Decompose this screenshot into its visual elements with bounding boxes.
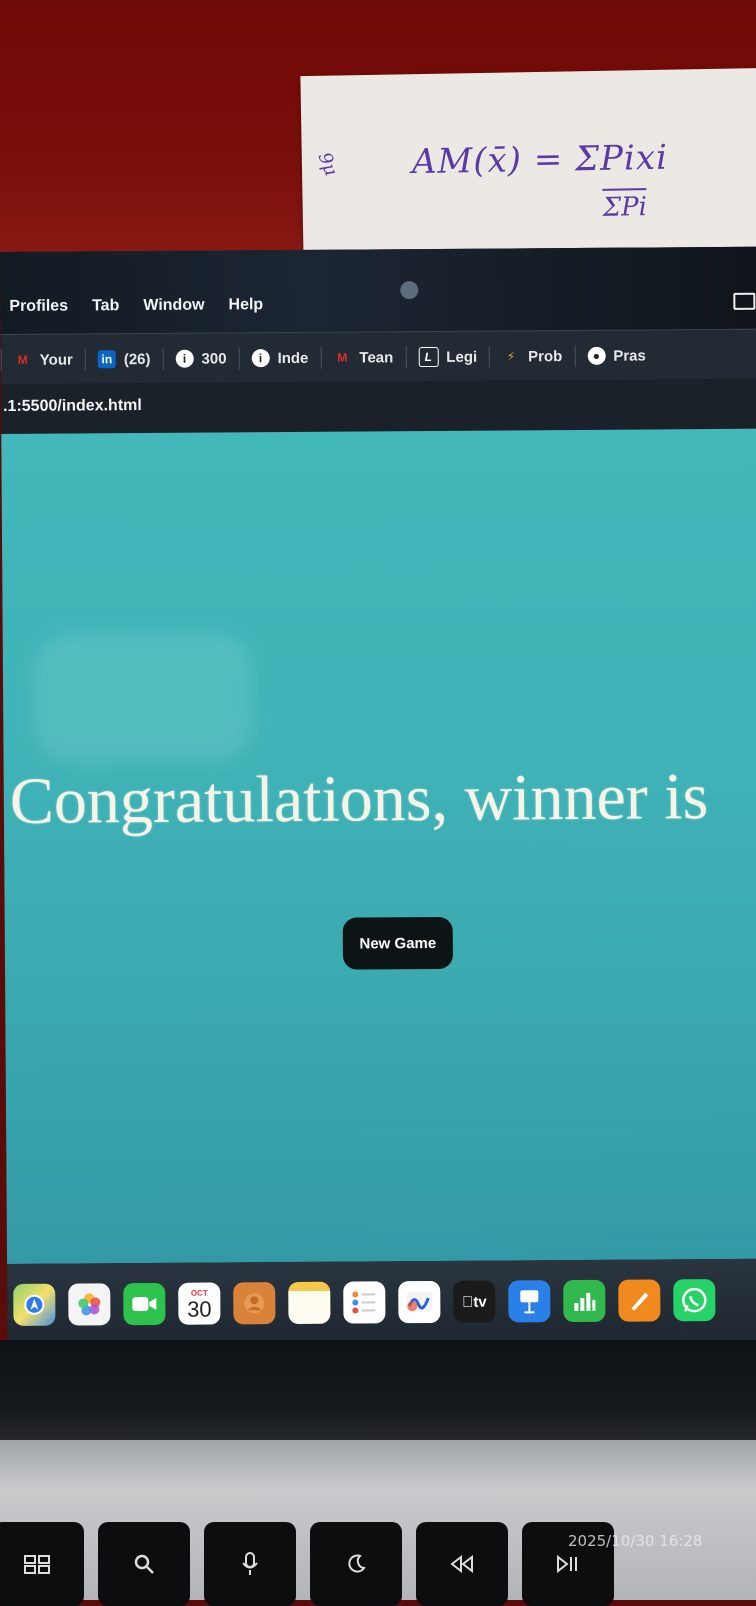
- mission-control-key-icon[interactable]: [0, 1522, 84, 1606]
- address-bar[interactable]: .1:5500/index.html: [0, 378, 756, 435]
- calendar-icon[interactable]: OCT 30: [178, 1282, 221, 1325]
- menu-tab[interactable]: Tab: [92, 297, 119, 315]
- laptop-bezel: [0, 1340, 756, 1450]
- note-denominator: ΣPi: [602, 188, 648, 223]
- url-text[interactable]: .1:5500/index.html: [3, 397, 142, 416]
- info-icon: i: [251, 349, 270, 368]
- freeform-icon[interactable]: [398, 1280, 441, 1324]
- dock-apps: OCT 30 tv: [13, 1279, 716, 1326]
- menu-profiles[interactable]: Profiles: [9, 298, 68, 316]
- bookmark-label: (26): [123, 350, 151, 368]
- screen-glare: [32, 632, 254, 764]
- menu-help[interactable]: Help: [228, 296, 263, 314]
- note-formula: AM(x̄) = ΣPixi: [411, 137, 669, 183]
- menu-bar: Profiles Tab Window Help: [0, 246, 756, 334]
- maps-icon[interactable]: [13, 1283, 56, 1326]
- numbers-icon[interactable]: [563, 1279, 606, 1323]
- bookmarks-bar: M Your in (26) i 300 i Inde M Tean L Leg…: [0, 328, 756, 385]
- linkedin-icon: in: [97, 350, 116, 369]
- winner-headline: Congratulations, winner is: [9, 760, 709, 838]
- web-page: Congratulations, winner is New Game: [1, 428, 756, 1264]
- calendar-day: 30: [187, 1296, 212, 1322]
- bookmark-label: Tean: [359, 348, 394, 366]
- note-side-text: 9μ: [313, 149, 342, 179]
- photo-timestamp: 2025/10/30 16:28: [568, 1532, 703, 1550]
- microphone-key-icon[interactable]: [204, 1522, 296, 1606]
- bookmark-label: Inde: [277, 349, 309, 367]
- laptop-screen: Profiles Tab Window Help M Your in (26) …: [0, 246, 756, 1354]
- appletv-label: tv: [467, 1293, 486, 1311]
- bookmark-item[interactable]: L Legi: [405, 345, 490, 369]
- info-icon: i: [175, 349, 194, 368]
- pages-icon[interactable]: [618, 1279, 661, 1322]
- bookmark-label: Your: [39, 350, 73, 369]
- gmail-icon: M: [337, 350, 348, 365]
- search-key-icon[interactable]: [98, 1522, 190, 1606]
- bookmark-item[interactable]: i 300: [162, 347, 239, 370]
- rewind-key-icon[interactable]: [416, 1522, 508, 1606]
- bookmark-label: Pras: [613, 346, 646, 365]
- bookmark-item[interactable]: M Tean: [320, 346, 406, 369]
- bookmark-item[interactable]: ⚡ Prob: [489, 344, 575, 368]
- display-icon[interactable]: [733, 292, 756, 310]
- sticky-note: 9μ AM(x̄) = ΣPixi ΣPi: [300, 67, 756, 267]
- appletv-icon[interactable]: tv: [453, 1280, 496, 1323]
- gmail-icon: M: [17, 352, 28, 367]
- photos-icon[interactable]: [68, 1283, 111, 1326]
- problem-icon: ⚡: [506, 349, 516, 364]
- bookmark-label: Legi: [446, 348, 478, 366]
- keynote-icon[interactable]: [508, 1280, 551, 1323]
- bookmark-label: Prob: [528, 347, 563, 365]
- bookmark-label: 300: [201, 349, 227, 368]
- notes-icon[interactable]: [288, 1281, 331, 1325]
- camera-icon: [400, 281, 419, 300]
- github-icon: ●: [587, 346, 606, 365]
- contacts-icon[interactable]: [233, 1282, 276, 1325]
- menu-items: Profiles Tab Window Help: [9, 296, 263, 316]
- menu-window[interactable]: Window: [143, 297, 204, 315]
- facetime-icon[interactable]: [123, 1282, 166, 1326]
- moon-key-icon[interactable]: [310, 1522, 402, 1606]
- bookmark-item[interactable]: M Your: [0, 348, 85, 371]
- bookmark-item[interactable]: in (26): [84, 347, 163, 371]
- bookmark-item[interactable]: i Inde: [238, 346, 321, 370]
- new-game-button[interactable]: New Game: [342, 916, 454, 970]
- reminders-icon[interactable]: [343, 1281, 386, 1324]
- function-keys: [0, 1522, 614, 1606]
- bookmark-item[interactable]: ● Pras: [574, 344, 658, 367]
- legislation-icon: L: [418, 346, 439, 368]
- whatsapp-icon[interactable]: [673, 1279, 716, 1322]
